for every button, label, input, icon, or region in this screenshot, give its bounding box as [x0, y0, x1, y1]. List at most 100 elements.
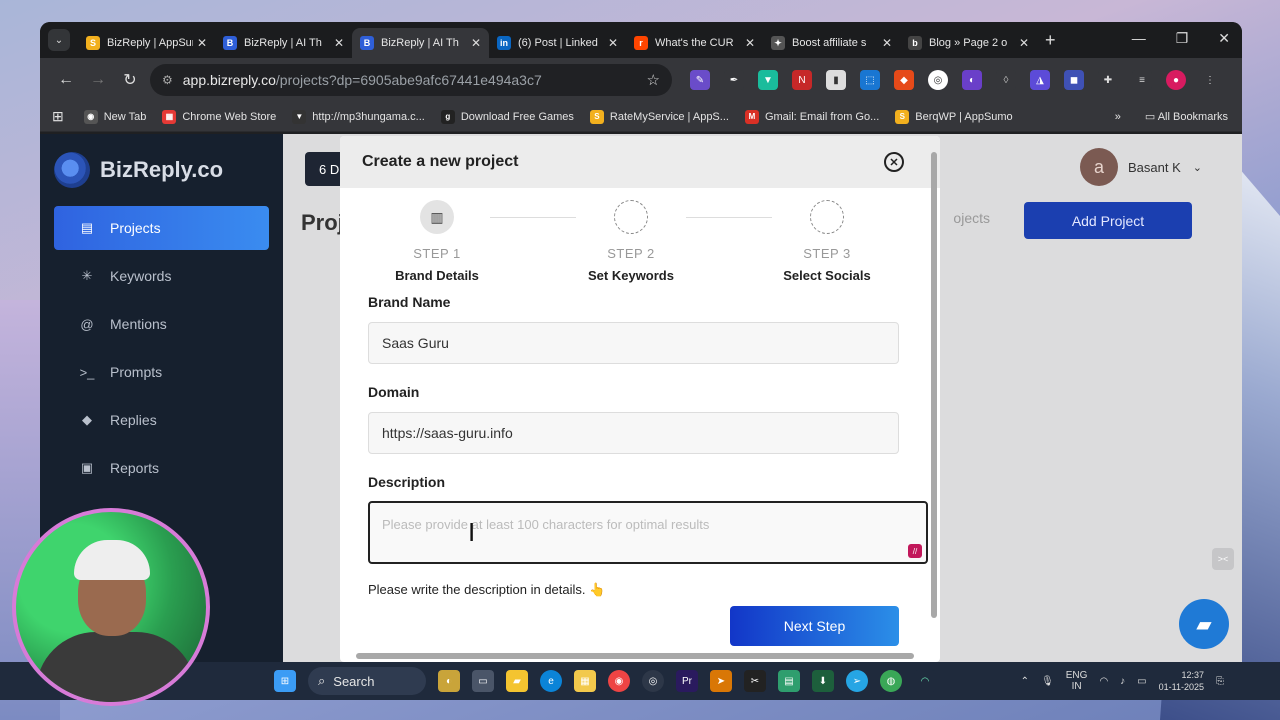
- tab-close-icon[interactable]: ✕: [608, 36, 618, 50]
- description-textarea[interactable]: Please provide at least 100 characters f…: [368, 501, 928, 564]
- scrollbar-thumb[interactable]: [931, 152, 937, 618]
- next-step-button[interactable]: Next Step: [730, 606, 899, 646]
- microphone-icon[interactable]: 🎙: [1041, 676, 1054, 687]
- bookmark-item[interactable]: ▦ Chrome Web Store: [162, 109, 276, 124]
- edge-icon[interactable]: e: [540, 670, 562, 692]
- browser-tab[interactable]: b Blog » Page 2 o ✕: [900, 28, 1037, 58]
- apps-grid-icon[interactable]: ⊞: [52, 108, 64, 125]
- chrome-icon[interactable]: ◉: [608, 670, 630, 692]
- site-info-icon[interactable]: ⚙: [162, 73, 173, 87]
- chat-support-icon[interactable]: ▰: [1179, 599, 1229, 649]
- user-menu[interactable]: a Basant K ⌄: [1080, 148, 1202, 186]
- browser-tab[interactable]: ✦ Boost affiliate s ✕: [763, 28, 900, 58]
- side-widget-icon[interactable]: ><: [1212, 548, 1234, 570]
- browser-tab[interactable]: in (6) Post | Linked ✕: [489, 28, 626, 58]
- bookmark-item[interactable]: ▼ http://mp3hungama.c...: [292, 109, 425, 124]
- windows-start-icon[interactable]: ⊞: [274, 670, 296, 692]
- premiere-icon[interactable]: Pr: [676, 670, 698, 692]
- reload-icon[interactable]: ↻: [114, 70, 146, 90]
- all-projects-link[interactable]: ojects: [953, 210, 990, 226]
- profile-avatar-icon[interactable]: ●: [1166, 70, 1186, 90]
- app-icon[interactable]: ➤: [710, 670, 732, 692]
- ai-assist-icon[interactable]: //: [908, 544, 922, 558]
- browser-tab[interactable]: r What's the CUR ✕: [626, 28, 763, 58]
- sidebar-item-keywords[interactable]: ✳ Keywords: [54, 254, 269, 298]
- all-bookmarks[interactable]: ▭ All Bookmarks: [1145, 110, 1228, 123]
- widget-icon[interactable]: ◐: [438, 670, 460, 692]
- tray-chevron-icon[interactable]: ⌃: [1021, 676, 1029, 687]
- extension-icon[interactable]: ◼: [1064, 70, 1084, 90]
- notification-icon[interactable]: ⎘: [1216, 676, 1224, 687]
- close-window-icon[interactable]: ✕: [1218, 30, 1230, 47]
- tab-close-icon[interactable]: ✕: [1019, 36, 1029, 50]
- extension-icon[interactable]: ◮: [1030, 70, 1050, 90]
- brand[interactable]: BizReply.co: [40, 134, 283, 206]
- domain-input[interactable]: https://saas-guru.info: [368, 412, 899, 454]
- extension-icon[interactable]: ◎: [928, 70, 948, 90]
- tab-search-icon[interactable]: ⌄: [48, 29, 70, 51]
- app-icon[interactable]: ◍: [880, 670, 902, 692]
- wifi-icon[interactable]: ◠: [1099, 676, 1108, 687]
- bookmark-item[interactable]: ◉ New Tab: [83, 109, 146, 124]
- close-icon[interactable]: ✕: [884, 152, 904, 172]
- sidebar-item-projects[interactable]: ▤ Projects: [54, 206, 269, 250]
- extension-icon[interactable]: ◆: [894, 70, 914, 90]
- modal-vertical-scrollbar[interactable]: [930, 140, 938, 648]
- app-icon[interactable]: ◠: [914, 670, 936, 692]
- reading-list-icon[interactable]: ≡: [1132, 70, 1152, 90]
- extension-icon[interactable]: ◊: [996, 70, 1016, 90]
- tab-close-icon[interactable]: ✕: [745, 36, 755, 50]
- tab-close-icon[interactable]: ✕: [471, 36, 481, 50]
- restore-icon[interactable]: ❐: [1176, 30, 1189, 47]
- sidebar-item-prompts[interactable]: >_ Prompts: [54, 350, 269, 394]
- modal-horizontal-scrollbar[interactable]: [346, 652, 924, 660]
- extension-icon[interactable]: N: [792, 70, 812, 90]
- language-indicator[interactable]: ENG IN: [1066, 670, 1088, 692]
- minimize-icon[interactable]: —: [1132, 30, 1146, 47]
- app-icon[interactable]: ◎: [642, 670, 664, 692]
- eyedropper-extension-icon[interactable]: ✒: [724, 70, 744, 90]
- sidebar-item-reports[interactable]: ▣ Reports: [54, 446, 269, 490]
- bookmark-item[interactable]: S BerqWP | AppSumo: [895, 109, 1013, 124]
- step-1-name: Brand Details: [395, 268, 479, 283]
- sidebar-item-replies[interactable]: ◆ Replies: [54, 398, 269, 442]
- top-button[interactable]: 6 D: [305, 152, 345, 186]
- bookmark-item[interactable]: M Gmail: Email from Go...: [744, 109, 879, 124]
- notes-extension-icon[interactable]: ▮: [826, 70, 846, 90]
- sidebar-item-mentions[interactable]: @ Mentions: [54, 302, 269, 346]
- new-tab-icon[interactable]: +: [1045, 30, 1056, 51]
- bookmark-item[interactable]: g Download Free Games: [440, 109, 574, 124]
- extension-icon[interactable]: ⬚: [860, 70, 880, 90]
- taskbar-search[interactable]: ⌕ Search: [308, 667, 426, 695]
- more-bookmarks-icon[interactable]: »: [1115, 111, 1121, 123]
- extension-icon[interactable]: ◐: [962, 70, 982, 90]
- bookmark-item[interactable]: S RateMyService | AppS...: [589, 109, 729, 124]
- extension-icon[interactable]: ▼: [758, 70, 778, 90]
- extension-icon[interactable]: ✎: [690, 70, 710, 90]
- address-bar[interactable]: ⚙ app.bizreply.co /projects?dp=6905abe9a…: [150, 64, 672, 96]
- bookmark-star-icon[interactable]: ☆: [647, 71, 660, 89]
- browser-tab[interactable]: B BizReply | AI Th ✕: [352, 28, 489, 58]
- back-icon[interactable]: ←: [50, 71, 82, 89]
- sheets-icon[interactable]: ▤: [778, 670, 800, 692]
- task-view-icon[interactable]: ▭: [472, 670, 494, 692]
- file-explorer-icon[interactable]: ▰: [506, 670, 528, 692]
- clock[interactable]: 12:37 01-11-2025: [1159, 669, 1204, 693]
- browser-menu-icon[interactable]: ⋮: [1200, 70, 1220, 90]
- scrollbar-thumb[interactable]: [356, 653, 914, 659]
- tab-close-icon[interactable]: ✕: [334, 36, 344, 50]
- add-project-button[interactable]: Add Project: [1024, 202, 1192, 239]
- app-icon[interactable]: ⬇: [812, 670, 834, 692]
- capcut-icon[interactable]: ✂: [744, 670, 766, 692]
- notes-app-icon[interactable]: ▦: [574, 670, 596, 692]
- forward-icon[interactable]: →: [82, 71, 114, 89]
- tab-close-icon[interactable]: ✕: [882, 36, 892, 50]
- battery-icon[interactable]: ▭: [1137, 676, 1146, 687]
- extensions-puzzle-icon[interactable]: ✚: [1098, 70, 1118, 90]
- browser-tab[interactable]: B BizReply | AI Th ✕: [215, 28, 352, 58]
- telegram-icon[interactable]: ➢: [846, 670, 868, 692]
- browser-tab[interactable]: S BizReply | AppSumo ✕: [78, 28, 215, 58]
- tab-close-icon[interactable]: ✕: [197, 36, 207, 50]
- brand-name-input[interactable]: Saas Guru: [368, 322, 899, 364]
- volume-icon[interactable]: ♪: [1120, 676, 1125, 687]
